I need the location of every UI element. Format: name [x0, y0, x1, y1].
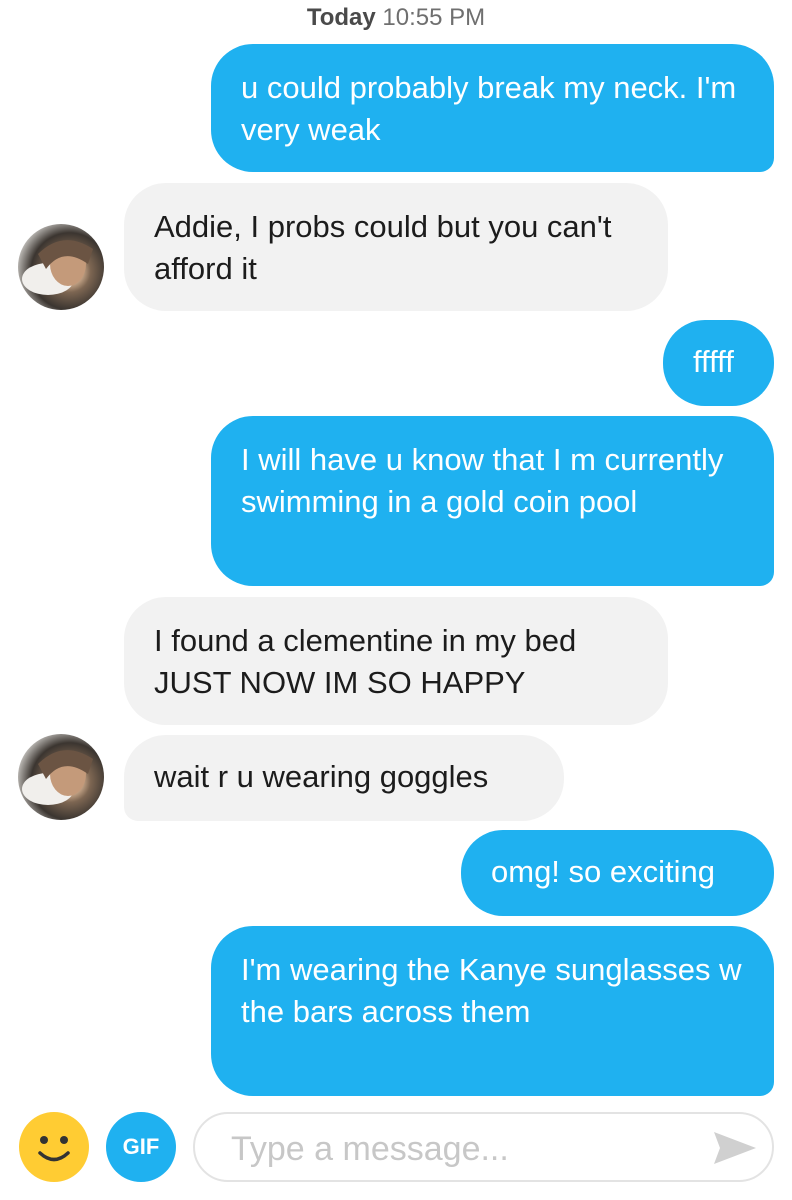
sent-message[interactable]: fffff [663, 320, 774, 406]
sent-message[interactable]: u could probably break my neck. I'm very… [211, 44, 774, 172]
message-text: Addie, I probs could but you can't affor… [154, 209, 612, 286]
gif-button[interactable]: GIF [106, 1112, 176, 1182]
received-message[interactable]: Addie, I probs could but you can't affor… [124, 183, 668, 311]
message-text: fffff [693, 344, 734, 379]
sent-message[interactable]: I'm wearing the Kanye sunglasses w the b… [211, 926, 774, 1096]
sent-message[interactable]: omg! so exciting [461, 830, 774, 916]
emoji-button[interactable] [19, 1112, 89, 1182]
avatar-photo-icon [22, 240, 93, 295]
message-input[interactable] [229, 1124, 693, 1174]
gif-label: GIF [122, 1134, 160, 1159]
smiley-face-icon [38, 1136, 70, 1162]
send-arrow-icon[interactable] [712, 1128, 758, 1168]
message-text: I will have u know that I m currently sw… [241, 442, 724, 519]
avatar-photo-icon [22, 750, 93, 805]
message-text: I'm wearing the Kanye sunglasses w the b… [241, 952, 742, 1029]
contact-avatar[interactable] [18, 224, 104, 310]
message-composer: GIF [0, 1100, 792, 1200]
received-message[interactable]: wait r u wearing goggles [124, 735, 564, 821]
message-text: omg! so exciting [491, 854, 715, 889]
received-message[interactable]: I found a clementine in my bed JUST NOW … [124, 597, 668, 725]
message-text: wait r u wearing goggles [154, 759, 489, 794]
message-input-field [193, 1112, 774, 1182]
timestamp-day: Today [306, 4, 376, 31]
conversation-timestamp: Today 10:55 PM [0, 4, 792, 32]
sent-message[interactable]: I will have u know that I m currently sw… [211, 416, 774, 586]
message-text: u could probably break my neck. I'm very… [241, 70, 737, 147]
message-text: I found a clementine in my bed JUST NOW … [154, 623, 577, 700]
contact-avatar[interactable] [18, 734, 104, 820]
timestamp-time: 10:55 PM [382, 4, 486, 31]
